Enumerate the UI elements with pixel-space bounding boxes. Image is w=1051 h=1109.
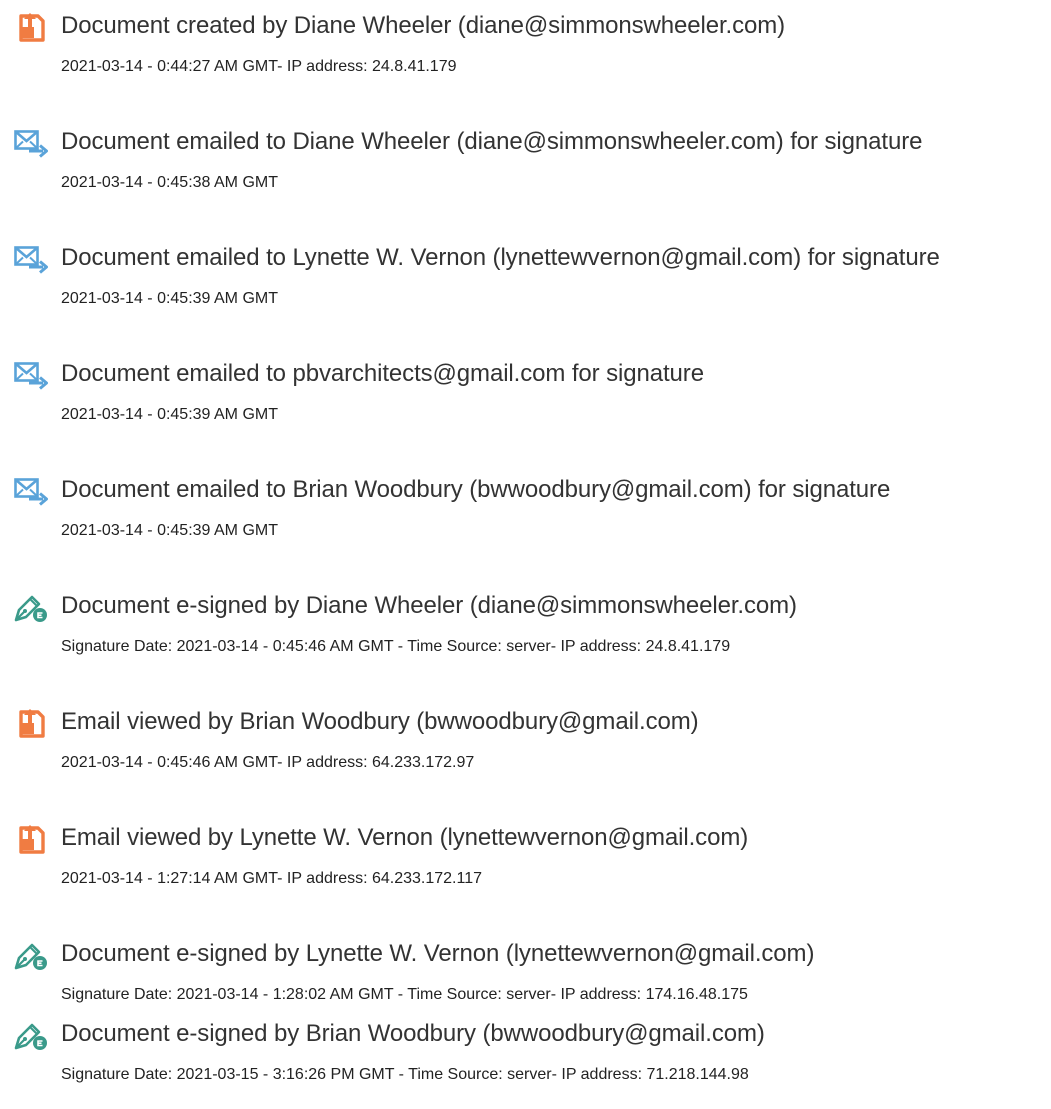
event-title: Email viewed by Brian Woodbury (bwwoodbu… [61, 708, 699, 735]
event-timestamp: 2021-03-14 - 0:45:39 AM GMT [61, 522, 278, 539]
document-viewed-icon [14, 825, 48, 855]
audit-event: Document emailed to Brian Woodbury (bwwo… [0, 473, 1051, 563]
email-sent-icon [14, 129, 48, 159]
esign-pen-icon [14, 593, 48, 623]
event-title: Document emailed to Diane Wheeler (diane… [61, 128, 923, 155]
event-timestamp: 2021-03-14 - 0:45:39 AM GMT [61, 406, 278, 423]
event-title: Document e-signed by Brian Woodbury (bww… [61, 1020, 765, 1047]
event-timestamp: 2021-03-14 - 0:44:27 AM GMT- IP address:… [61, 58, 457, 75]
event-title: Document e-signed by Lynette W. Vernon (… [61, 940, 815, 967]
audit-event: Email viewed by Lynette W. Vernon (lynet… [0, 821, 1051, 911]
email-sent-icon [14, 245, 48, 275]
event-timestamp: Signature Date: 2021-03-14 - 1:28:02 AM … [61, 986, 748, 1003]
esign-pen-icon [14, 941, 48, 971]
audit-event: Document emailed to pbvarchitects@gmail.… [0, 357, 1051, 447]
event-title: Document emailed to pbvarchitects@gmail.… [61, 360, 704, 387]
document-created-icon [14, 13, 48, 43]
event-title: Email viewed by Lynette W. Vernon (lynet… [61, 824, 749, 851]
audit-event: Email viewed by Brian Woodbury (bwwoodbu… [0, 705, 1051, 795]
event-title: Document created by Diane Wheeler (diane… [61, 12, 786, 39]
event-timestamp: Signature Date: 2021-03-15 - 3:16:26 PM … [61, 1066, 749, 1083]
event-timestamp: 2021-03-14 - 0:45:46 AM GMT- IP address:… [61, 754, 475, 771]
event-title: Document e-signed by Diane Wheeler (dian… [61, 592, 797, 619]
audit-event: Document created by Diane Wheeler (diane… [0, 9, 1051, 99]
event-timestamp: 2021-03-14 - 0:45:39 AM GMT [61, 290, 278, 307]
esign-pen-icon [14, 1021, 48, 1051]
email-sent-icon [14, 361, 48, 391]
audit-event: Document emailed to Lynette W. Vernon (l… [0, 241, 1051, 331]
event-title: Document emailed to Brian Woodbury (bwwo… [61, 476, 891, 503]
document-viewed-icon [14, 709, 48, 739]
audit-event: Document e-signed by Lynette W. Vernon (… [0, 937, 1051, 1027]
event-timestamp: Signature Date: 2021-03-14 - 0:45:46 AM … [61, 638, 731, 655]
audit-event: Document e-signed by Diane Wheeler (dian… [0, 589, 1051, 679]
event-timestamp: 2021-03-14 - 1:27:14 AM GMT- IP address:… [61, 870, 483, 887]
event-title: Document emailed to Lynette W. Vernon (l… [61, 244, 940, 271]
audit-event: Document emailed to Diane Wheeler (diane… [0, 125, 1051, 215]
email-sent-icon [14, 477, 48, 507]
event-timestamp: 2021-03-14 - 0:45:38 AM GMT [61, 174, 278, 191]
audit-event: Document e-signed by Brian Woodbury (bww… [0, 1017, 1051, 1107]
